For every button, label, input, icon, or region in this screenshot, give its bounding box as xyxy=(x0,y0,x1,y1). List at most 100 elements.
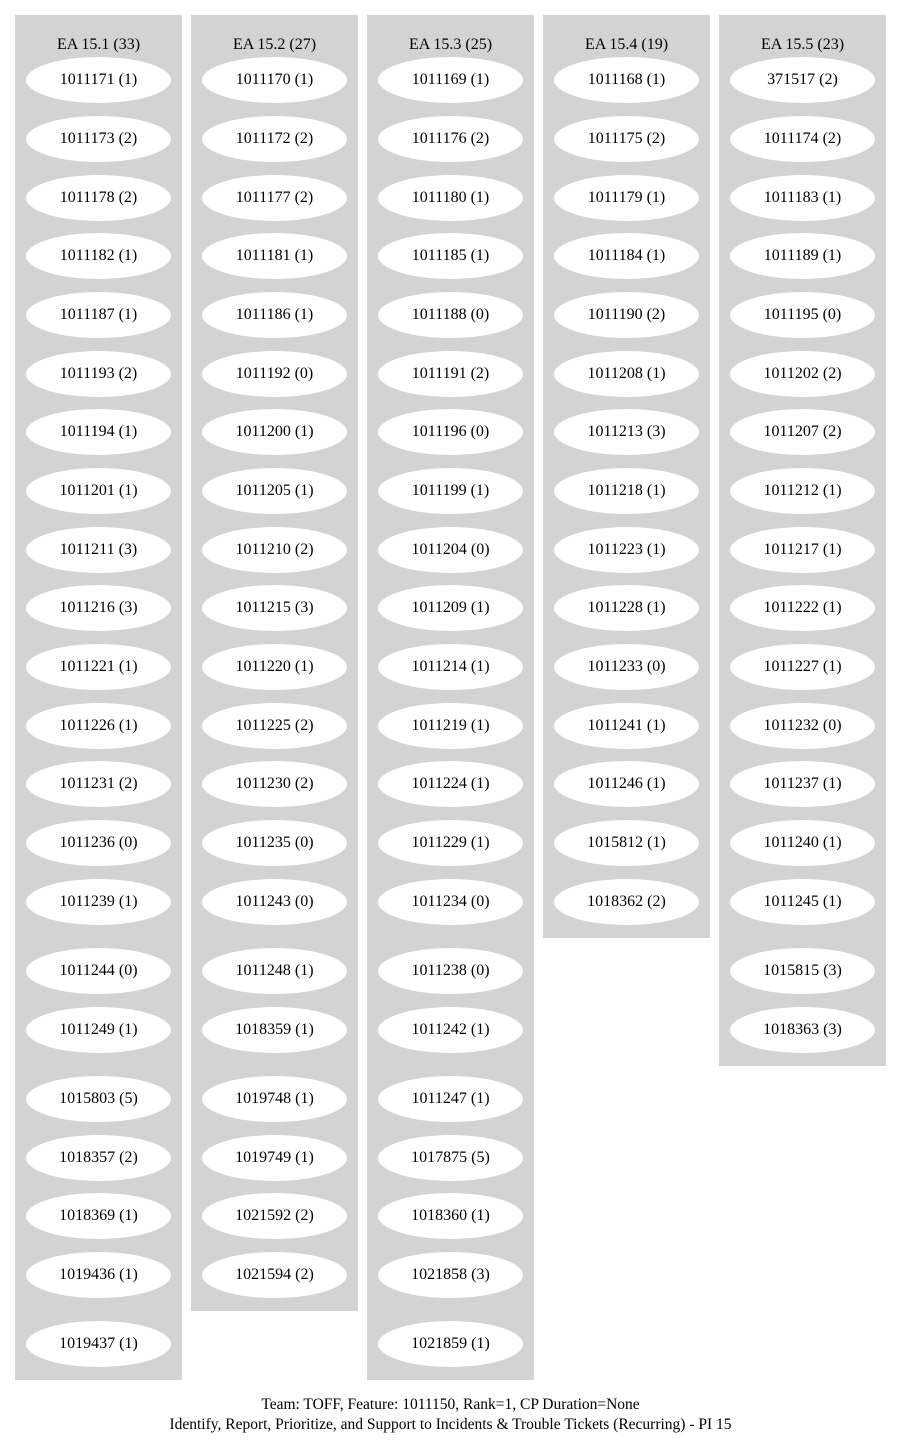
graph-node: 1011211 (3) xyxy=(26,527,171,573)
graph-node: 1011248 (1) xyxy=(202,948,347,994)
graph-node: 1011247 (1) xyxy=(378,1076,523,1122)
graph-node: 1011244 (0) xyxy=(26,948,171,994)
graph-node: 1018362 (2) xyxy=(554,879,699,925)
graph-node: 1011205 (1) xyxy=(202,468,347,514)
graph-node: 1011170 (1) xyxy=(202,57,347,103)
cluster-title: EA 15.1 (33) xyxy=(56,36,141,53)
graph-node: 1011200 (1) xyxy=(202,409,347,455)
graph-node: 1011224 (1) xyxy=(378,761,523,807)
graph-node: 1011216 (3) xyxy=(26,585,171,631)
graph-node: 1011208 (1) xyxy=(554,351,699,397)
cluster-title: EA 15.4 (19) xyxy=(584,36,669,53)
graph-node: 1018359 (1) xyxy=(202,1007,347,1053)
graph-node: 1018363 (3) xyxy=(730,1007,875,1053)
graph-node: 1011204 (0) xyxy=(378,527,523,573)
cluster-ea-15-4: EA 15.4 (19) 1011168 (1) 1011175 (2) 101117… xyxy=(543,15,710,938)
graph-node: 1011173 (2) xyxy=(26,116,171,162)
graph-node: 1011202 (2) xyxy=(730,351,875,397)
graph-node: 1011230 (2) xyxy=(202,761,347,807)
graph-node: 1011220 (1) xyxy=(202,644,347,690)
graph-node: 1011235 (0) xyxy=(202,820,347,866)
cluster-ea-15-3: EA 15.3 (25) 1011169 (1) 1011176 (2) 101118… xyxy=(367,15,534,1380)
cluster-ea-15-5: EA 15.5 (23) 371517 (2) 1011174 (2) 1011183… xyxy=(719,15,886,1066)
graph-node: 1019437 (1) xyxy=(26,1321,171,1367)
graph-node: 1011210 (2) xyxy=(202,527,347,573)
graph-node: 1011213 (3) xyxy=(554,409,699,455)
graph-node: 1011192 (0) xyxy=(202,351,347,397)
graph-node: 1011185 (1) xyxy=(378,233,523,279)
graph-node: 1011184 (1) xyxy=(554,233,699,279)
graph-node: 1019749 (1) xyxy=(202,1135,347,1181)
graph-node: 1011214 (1) xyxy=(378,644,523,690)
graph-node: 1011221 (1) xyxy=(26,644,171,690)
graph-node: 1011179 (1) xyxy=(554,175,699,221)
graph-node: 1011172 (2) xyxy=(202,116,347,162)
graph-node: 1011237 (1) xyxy=(730,761,875,807)
graph-node: 1011236 (0) xyxy=(26,820,171,866)
graph-node: 1011174 (2) xyxy=(730,116,875,162)
graph-node: 1011229 (1) xyxy=(378,820,523,866)
graph-node: 1011190 (2) xyxy=(554,292,699,338)
graph-node: 1011215 (3) xyxy=(202,585,347,631)
graph-node: 1011187 (1) xyxy=(26,292,171,338)
graph-node: 1011191 (2) xyxy=(378,351,523,397)
graph-node: 1011183 (1) xyxy=(730,175,875,221)
graph-node: 1011195 (0) xyxy=(730,292,875,338)
graph-node: 1011175 (2) xyxy=(554,116,699,162)
graph-node: 1021592 (2) xyxy=(202,1193,347,1239)
graph-node: 1019748 (1) xyxy=(202,1076,347,1122)
graph-node: 1011222 (1) xyxy=(730,585,875,631)
graph-node: 1011225 (2) xyxy=(202,703,347,749)
graph-node: 1011246 (1) xyxy=(554,761,699,807)
graph-node: 1011227 (1) xyxy=(730,644,875,690)
graph-node: 1021859 (1) xyxy=(378,1321,523,1367)
graph-node: 1018357 (2) xyxy=(26,1135,171,1181)
graph-node: 1017875 (5) xyxy=(378,1135,523,1181)
graph-node: 1019436 (1) xyxy=(26,1252,171,1298)
graph-node: 1011189 (1) xyxy=(730,233,875,279)
graph-node: 1011217 (1) xyxy=(730,527,875,573)
graph-node: 1021858 (3) xyxy=(378,1252,523,1298)
cluster-title: EA 15.2 (27) xyxy=(232,36,317,53)
graph-node: 1011171 (1) xyxy=(26,57,171,103)
graph-node: 1011194 (1) xyxy=(26,409,171,455)
graph-node: 1011201 (1) xyxy=(26,468,171,514)
graph-node: 1011178 (2) xyxy=(26,175,171,221)
graph-node: 1015803 (5) xyxy=(26,1076,171,1122)
graph-node: 1011168 (1) xyxy=(554,57,699,103)
graph-node: 1011207 (2) xyxy=(730,409,875,455)
graph-node: 1021594 (2) xyxy=(202,1252,347,1298)
graph-node: 1011180 (1) xyxy=(378,175,523,221)
graph-node: 1011181 (1) xyxy=(202,233,347,279)
diagram-caption: Team: TOFF, Feature: 1011150, Rank=1, CP… xyxy=(0,1395,901,1435)
graph-node: 1011238 (0) xyxy=(378,948,523,994)
graph-node: 1011223 (1) xyxy=(554,527,699,573)
graph-node: 1011245 (1) xyxy=(730,879,875,925)
graph-node: 1011232 (0) xyxy=(730,703,875,749)
graph-node: 1011196 (0) xyxy=(378,409,523,455)
cluster-ea-15-2: EA 15.2 (27) 1011170 (1) 1011172 (2) 101117… xyxy=(191,15,358,1311)
caption-line-1: Team: TOFF, Feature: 1011150, Rank=1, CP… xyxy=(261,1396,640,1413)
graph-node: 1011186 (1) xyxy=(202,292,347,338)
graph-node: 1011219 (1) xyxy=(378,703,523,749)
graph-node: 1011169 (1) xyxy=(378,57,523,103)
graph-node: 1011188 (0) xyxy=(378,292,523,338)
graph-node: 1011226 (1) xyxy=(26,703,171,749)
graph-node: 1011212 (1) xyxy=(730,468,875,514)
graph-node: 371517 (2) xyxy=(730,57,875,103)
graph-node: 1018369 (1) xyxy=(26,1193,171,1239)
cluster-title: EA 15.3 (25) xyxy=(408,36,493,53)
graph-node: 1011243 (0) xyxy=(202,879,347,925)
graph-node: 1011249 (1) xyxy=(26,1007,171,1053)
graph-node: 1011234 (0) xyxy=(378,879,523,925)
graph-node: 1011241 (1) xyxy=(554,703,699,749)
graph-node: 1018360 (1) xyxy=(378,1193,523,1239)
graph-node: 1015815 (3) xyxy=(730,948,875,994)
graph-node: 1015812 (1) xyxy=(554,820,699,866)
graph-node: 1011193 (2) xyxy=(26,351,171,397)
graph-node: 1011228 (1) xyxy=(554,585,699,631)
graph-node: 1011242 (1) xyxy=(378,1007,523,1053)
graph-node: 1011239 (1) xyxy=(26,879,171,925)
graph-node: 1011240 (1) xyxy=(730,820,875,866)
graph-node: 1011209 (1) xyxy=(378,585,523,631)
